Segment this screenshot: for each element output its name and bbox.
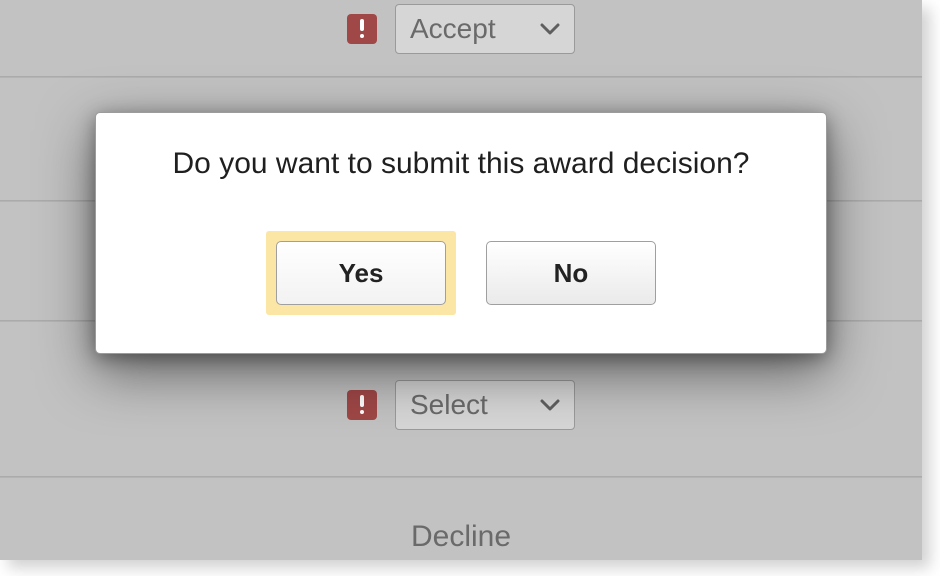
app-stage: Accept Select Decline Do you want to sub… — [0, 0, 922, 560]
dialog-message: Do you want to submit this award decisio… — [173, 147, 750, 181]
confirm-dialog: Do you want to submit this award decisio… — [95, 112, 827, 354]
decision-label: Decline — [411, 520, 511, 554]
warning-icon — [347, 14, 377, 44]
select-value: Select — [410, 389, 488, 421]
chevron-down-icon — [540, 398, 560, 412]
decision-select[interactable]: Accept — [395, 4, 575, 54]
select-value: Accept — [410, 13, 496, 45]
background-row: Accept — [0, 0, 922, 64]
decision-select[interactable]: Select — [395, 380, 575, 430]
highlighted-choice: Yes — [266, 231, 456, 315]
row-separator — [0, 476, 922, 478]
warning-icon — [347, 390, 377, 420]
chevron-down-icon — [540, 22, 560, 36]
background-row: Select — [0, 370, 922, 440]
yes-button[interactable]: Yes — [276, 241, 446, 305]
row-separator — [0, 76, 922, 78]
no-button[interactable]: No — [486, 241, 656, 305]
dialog-button-row: Yes No — [266, 231, 656, 315]
background-row: Decline — [0, 512, 922, 560]
